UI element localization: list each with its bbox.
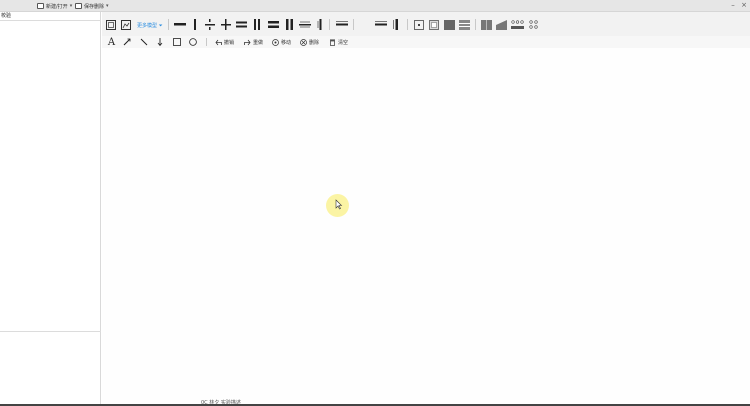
minimize-button[interactable]: – [729, 1, 737, 10]
folder-icon [37, 3, 44, 9]
double-vertical-bold-icon[interactable] [285, 19, 294, 30]
image-frame-icon[interactable] [121, 20, 131, 30]
undo-icon [215, 39, 222, 45]
move-button[interactable]: 移动 [272, 37, 291, 47]
new-open-label: 新建/打开 [46, 3, 68, 10]
marked-line-icon[interactable] [299, 21, 311, 28]
slope-block-icon[interactable] [496, 20, 507, 30]
toolbar-separator [407, 19, 408, 30]
line-tool-icon[interactable] [140, 38, 148, 48]
undo-label: 撤销 [224, 39, 235, 46]
app-window: 新建/打开 ▾ 保存删除 ▾ – × 校验 更多模型 ⏷ A 撤销 重做 移动 … [0, 0, 750, 406]
box-lines-icon[interactable] [459, 20, 470, 30]
scale-column-icon[interactable] [393, 19, 400, 30]
equal-bold-icon[interactable] [268, 20, 279, 29]
save-label: 保存删除 [84, 3, 105, 10]
arrow-line-tool-icon[interactable] [123, 38, 131, 48]
divide-icon[interactable] [205, 19, 215, 30]
toolbar-separator [475, 19, 476, 30]
mouse-cursor-icon [335, 199, 343, 210]
delete-button[interactable]: 删除 [300, 37, 319, 47]
grid-block-icon[interactable] [481, 20, 492, 30]
save-icon [75, 3, 82, 9]
delete-label: 删除 [309, 39, 320, 46]
line-horizontal-icon[interactable] [174, 22, 186, 27]
toolbar-separator [206, 38, 207, 46]
clear-label: 清空 [338, 39, 349, 46]
clear-button[interactable]: 清空 [329, 37, 348, 47]
redo-icon [244, 39, 251, 45]
close-button[interactable]: × [740, 1, 748, 10]
dots-grid-icon[interactable] [511, 20, 524, 30]
box-fill-icon[interactable] [444, 20, 455, 30]
save-caret-icon[interactable]: ▾ [106, 3, 109, 9]
toolbar-separator [329, 19, 330, 30]
new-open-caret-icon[interactable]: ▾ [70, 3, 73, 9]
dots-box-icon[interactable] [529, 20, 539, 30]
left-panel-header: 校验 [0, 12, 101, 21]
toolbar-separator [168, 19, 169, 30]
shape-toolbar: 更多模型 ⏷ [102, 12, 750, 36]
left-panel: 校验 [0, 12, 101, 406]
double-line-horizontal-icon[interactable] [236, 20, 247, 29]
drawing-canvas[interactable] [102, 48, 750, 404]
new-open-button[interactable]: 新建/打开 ▾ [37, 1, 72, 11]
save-button[interactable]: 保存删除 ▾ [75, 1, 109, 11]
toolbar-separator [353, 19, 354, 30]
title-bar: 新建/打开 ▾ 保存删除 ▾ – × [0, 0, 750, 12]
move-label: 移动 [281, 39, 292, 46]
drawing-toolbar: A 撤销 重做 移动 删除 清空 [102, 36, 750, 48]
box-small-icon[interactable] [414, 20, 424, 30]
circle-tool-icon[interactable] [189, 38, 197, 48]
redo-button[interactable]: 重做 [244, 37, 263, 47]
frame-icon[interactable] [106, 20, 116, 30]
delete-circle-icon [300, 38, 307, 46]
trash-icon [330, 39, 335, 46]
marked-column-icon[interactable] [317, 19, 324, 30]
line-vertical-icon[interactable] [193, 19, 197, 30]
scale-bar-2-icon[interactable] [375, 21, 387, 27]
rectangle-tool-icon[interactable] [173, 38, 181, 48]
scale-bar-icon[interactable] [336, 21, 348, 27]
redo-label: 重做 [253, 39, 264, 46]
double-line-vertical-icon[interactable] [253, 19, 261, 30]
move-icon [272, 38, 279, 46]
text-tool-button[interactable]: A [107, 37, 116, 48]
left-panel-divider [0, 331, 101, 332]
down-arrow-tool-icon[interactable] [157, 38, 163, 48]
undo-button[interactable]: 撤销 [215, 37, 234, 47]
plus-cross-icon[interactable] [221, 19, 231, 30]
box-shadow-icon[interactable] [429, 20, 439, 30]
more-models-dropdown[interactable]: 更多模型 ⏷ [137, 22, 163, 29]
